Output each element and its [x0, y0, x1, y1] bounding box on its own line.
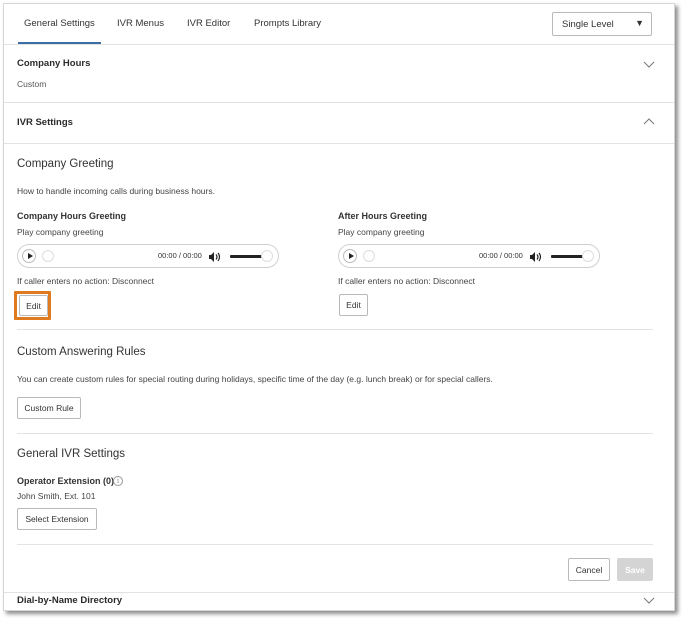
operator-extension-value: John Smith, Ext. 101	[17, 491, 96, 501]
no-action-text: If caller enters no action: Disconnect	[338, 276, 476, 286]
dial-by-name-title: Dial-by-Name Directory	[17, 595, 123, 606]
after-hours-greeting-sub: Play company greeting	[338, 227, 425, 237]
custom-rules-heading: Custom Answering Rules	[17, 346, 146, 358]
edit-company-hours-greeting-button[interactable]: Edit	[19, 295, 48, 316]
divider	[17, 433, 653, 434]
play-icon[interactable]	[22, 249, 36, 263]
volume-handle[interactable]	[261, 250, 273, 262]
seek-handle[interactable]	[42, 250, 54, 262]
ivr-settings-window: General Settings IVR Menus IVR Editor Pr…	[3, 3, 675, 611]
divider	[4, 592, 674, 593]
level-select[interactable]: Single Level ▼	[552, 12, 652, 36]
custom-rules-description: You can create custom rules for special …	[17, 374, 493, 384]
caret-down-icon: ▼	[635, 18, 644, 28]
operator-extension-label: Operator Extension (0)	[17, 476, 115, 486]
divider	[17, 544, 653, 545]
volume-handle[interactable]	[582, 250, 594, 262]
no-action-text: If caller enters no action: Disconnect	[17, 276, 155, 286]
custom-rule-button[interactable]: Custom Rule	[17, 397, 81, 419]
tab-ivr-editor[interactable]: IVR Editor	[187, 18, 230, 29]
tab-prompts-library[interactable]: Prompts Library	[254, 18, 321, 29]
ivr-settings-title: IVR Settings	[17, 117, 73, 128]
divider	[4, 102, 674, 103]
edit-after-hours-greeting-button[interactable]: Edit	[339, 294, 368, 316]
audio-time: 00:00 / 00:00	[479, 251, 523, 260]
audio-player: 00:00 / 00:00	[17, 244, 279, 268]
general-ivr-heading: General IVR Settings	[17, 448, 126, 460]
divider	[17, 329, 653, 330]
divider	[4, 143, 674, 144]
save-button[interactable]: Save	[617, 558, 653, 581]
company-greeting-description: How to handle incoming calls during busi…	[17, 186, 215, 196]
company-hours-greeting-label: Company Hours Greeting	[17, 211, 127, 221]
volume-slider[interactable]	[551, 255, 584, 258]
after-hours-greeting-label: After Hours Greeting	[338, 211, 428, 221]
chevron-down-icon[interactable]	[643, 58, 655, 70]
cancel-button[interactable]: Cancel	[568, 558, 610, 581]
company-greeting-heading: Company Greeting	[17, 158, 114, 170]
tab-general-settings[interactable]: General Settings	[18, 18, 101, 44]
tab-bar: General Settings IVR Menus IVR Editor Pr…	[4, 4, 674, 45]
chevron-down-icon[interactable]	[643, 594, 655, 606]
chevron-up-icon[interactable]	[643, 116, 655, 128]
select-extension-button[interactable]: Select Extension	[17, 508, 97, 530]
info-icon[interactable]: i	[113, 476, 123, 486]
company-hours-greeting-sub: Play company greeting	[17, 227, 104, 237]
level-select-value: Single Level	[562, 19, 614, 30]
volume-slider[interactable]	[230, 255, 263, 258]
company-hours-title: Company Hours	[17, 58, 91, 69]
company-hours-value: Custom	[17, 79, 47, 89]
audio-time: 00:00 / 00:00	[158, 251, 202, 260]
volume-icon[interactable]	[529, 250, 543, 262]
tab-ivr-menus[interactable]: IVR Menus	[117, 18, 164, 29]
play-icon[interactable]	[343, 249, 357, 263]
seek-handle[interactable]	[363, 250, 375, 262]
volume-icon[interactable]	[208, 250, 222, 262]
audio-player: 00:00 / 00:00	[338, 244, 600, 268]
